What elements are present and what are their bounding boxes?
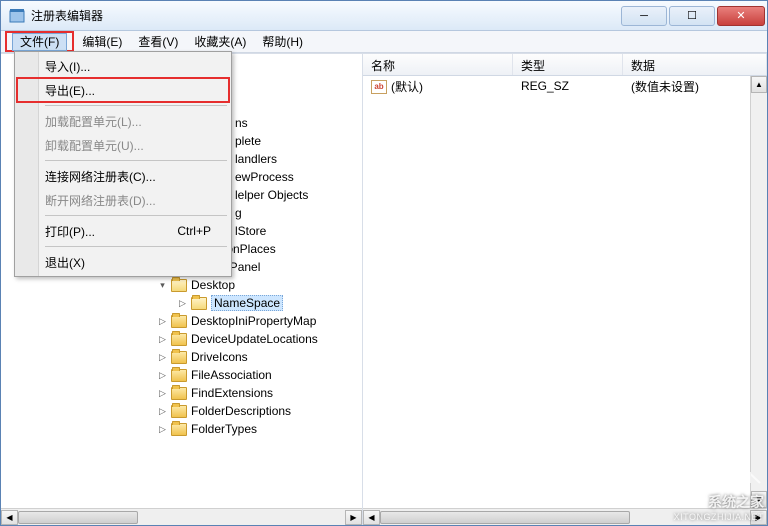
expand-toggle-icon[interactable]: ▷ xyxy=(157,334,168,345)
list-scroll-thumb[interactable] xyxy=(380,511,630,524)
scroll-thumb[interactable] xyxy=(18,511,138,524)
menu-connect[interactable]: 连接网络注册表(C)... xyxy=(17,164,229,188)
tree-label[interactable]: FindExtensions xyxy=(191,386,273,400)
menu-load-hive: 加载配置单元(L)... xyxy=(17,109,229,133)
scroll-left-button[interactable]: ◀ xyxy=(1,510,18,525)
tree-label[interactable]: FolderDescriptions xyxy=(191,404,291,418)
list-scroll-right[interactable]: ▶ xyxy=(750,510,767,525)
separator xyxy=(45,160,227,161)
menu-print-label: 打印(P)... xyxy=(45,223,95,240)
expand-toggle-icon[interactable]: ▷ xyxy=(157,388,168,399)
menu-exit[interactable]: 退出(X) xyxy=(17,250,229,274)
list-hscrollbar[interactable]: ◀ ▶ xyxy=(363,508,767,525)
tree-row[interactable]: ▷ DeviceUpdateLocations xyxy=(1,330,362,348)
list-row[interactable]: ab (默认) REG_SZ(数值未设置) xyxy=(363,76,750,94)
expand-toggle-icon[interactable]: ▷ xyxy=(157,316,168,327)
folder-icon xyxy=(171,351,187,364)
tree-label[interactable]: FileAssociation xyxy=(191,368,272,382)
scroll-up-button[interactable]: ▲ xyxy=(751,76,767,93)
separator xyxy=(45,105,227,106)
maximize-button[interactable]: ☐ xyxy=(669,6,715,26)
string-value-icon: ab xyxy=(371,80,387,94)
tree-row[interactable]: ▷ DesktopIniPropertyMap xyxy=(1,312,362,330)
cell-data: (数值未设置) xyxy=(623,78,750,95)
tree-row[interactable]: ▷ NameSpace xyxy=(1,294,362,312)
menu-favorites[interactable]: 收藏夹(A) xyxy=(186,31,254,52)
tree-hscrollbar[interactable]: ◀ ▶ xyxy=(1,508,362,525)
menu-file[interactable]: 文件(F) xyxy=(12,33,67,51)
value-name: (默认) xyxy=(391,80,423,94)
highlight-file-menu: 文件(F) xyxy=(5,31,74,52)
cell-name: ab (默认) xyxy=(363,78,513,95)
separator xyxy=(45,246,227,247)
menubar: 文件(F) 编辑(E) 查看(V) 收藏夹(A) 帮助(H) xyxy=(1,31,767,53)
menu-print-shortcut: Ctrl+P xyxy=(177,224,211,238)
close-button[interactable]: ✕ xyxy=(717,6,765,26)
folder-icon xyxy=(191,297,207,310)
menu-import[interactable]: 导入(I)... xyxy=(17,54,229,78)
menu-print[interactable]: 打印(P)... Ctrl+P xyxy=(17,219,229,243)
list-header: 名称 类型 数据 xyxy=(363,54,767,76)
file-menu-dropdown: 导入(I)... 导出(E)... 加载配置单元(L)... 卸载配置单元(U)… xyxy=(14,51,232,277)
vscroll-track[interactable] xyxy=(751,93,767,491)
expand-toggle-icon[interactable]: ▷ xyxy=(157,370,168,381)
tree-label[interactable]: Desktop xyxy=(191,278,235,292)
expand-toggle-icon[interactable]: ▷ xyxy=(157,424,168,435)
separator xyxy=(45,215,227,216)
expand-toggle-icon[interactable]: ▾ xyxy=(157,280,168,291)
folder-icon xyxy=(171,333,187,346)
menu-help[interactable]: 帮助(H) xyxy=(254,31,311,52)
folder-icon xyxy=(171,423,187,436)
scroll-down-button[interactable]: ▼ xyxy=(751,491,767,508)
tree-row[interactable]: ▷ FolderDescriptions xyxy=(1,402,362,420)
tree-label[interactable]: DesktopIniPropertyMap xyxy=(191,314,316,328)
scroll-right-button[interactable]: ▶ xyxy=(345,510,362,525)
window-controls: ─ ☐ ✕ xyxy=(619,6,765,26)
window-title: 注册表编辑器 xyxy=(31,7,619,24)
folder-icon xyxy=(171,315,187,328)
list-scroll-left[interactable]: ◀ xyxy=(363,510,380,525)
tree-row[interactable]: ▷ FileAssociation xyxy=(1,366,362,384)
tree-label[interactable]: FolderTypes xyxy=(191,422,257,436)
folder-icon xyxy=(171,369,187,382)
folder-icon xyxy=(171,405,187,418)
tree-label[interactable]: DriveIcons xyxy=(191,350,248,364)
tree-row[interactable]: ▾ Desktop xyxy=(1,276,362,294)
folder-icon xyxy=(171,279,187,292)
tree-label[interactable]: DeviceUpdateLocations xyxy=(191,332,318,346)
regedit-icon xyxy=(9,8,25,24)
folder-icon xyxy=(171,387,187,400)
menu-edit[interactable]: 编辑(E) xyxy=(74,31,130,52)
titlebar[interactable]: 注册表编辑器 ─ ☐ ✕ xyxy=(1,1,767,31)
col-data[interactable]: 数据 xyxy=(623,54,767,75)
scroll-track[interactable] xyxy=(18,510,345,525)
menu-view[interactable]: 查看(V) xyxy=(130,31,186,52)
col-type[interactable]: 类型 xyxy=(513,54,623,75)
expand-toggle-icon[interactable]: ▷ xyxy=(157,406,168,417)
minimize-button[interactable]: ─ xyxy=(621,6,667,26)
menu-unload-hive: 卸载配置单元(U)... xyxy=(17,133,229,157)
tree-label[interactable]: NameSpace xyxy=(211,295,283,311)
tree-row[interactable]: ▷ FolderTypes xyxy=(1,420,362,438)
tree-row[interactable]: ▷ DriveIcons xyxy=(1,348,362,366)
menu-export[interactable]: 导出(E)... xyxy=(17,78,229,102)
list-panel: 名称 类型 数据 ab (默认) REG_SZ(数值未设置) ▲ ▼ ◀ ▶ xyxy=(363,54,767,525)
expand-toggle-icon[interactable]: ▷ xyxy=(177,298,188,309)
expand-toggle-icon[interactable]: ▷ xyxy=(157,352,168,363)
cell-type: REG_SZ xyxy=(513,79,623,93)
col-name[interactable]: 名称 xyxy=(363,54,513,75)
menu-disconnect: 断开网络注册表(D)... xyxy=(17,188,229,212)
list-scroll-track[interactable] xyxy=(380,510,750,525)
list-vscrollbar[interactable]: ▲ ▼ xyxy=(750,76,767,508)
tree-row[interactable]: ▷ FindExtensions xyxy=(1,384,362,402)
list-body[interactable]: ab (默认) REG_SZ(数值未设置) xyxy=(363,76,750,508)
